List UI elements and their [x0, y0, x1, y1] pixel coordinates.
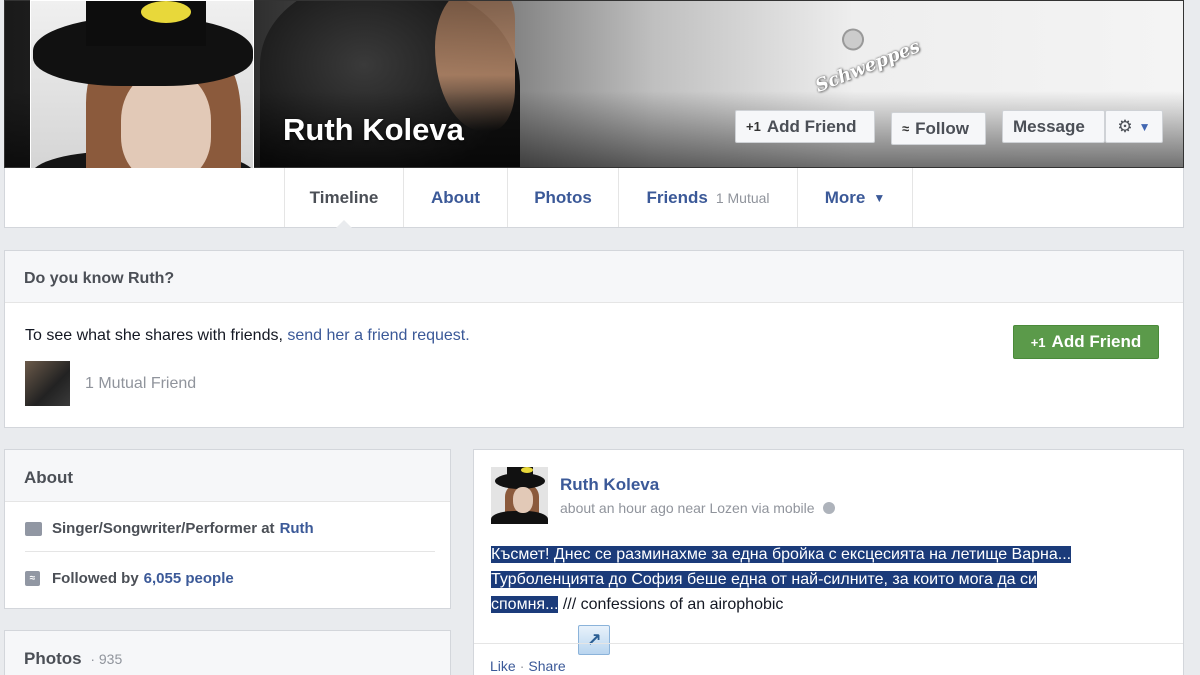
tab-friends-mutual-count: 1 Mutual: [715, 189, 770, 206]
briefcase-icon: [25, 521, 42, 536]
follow-label: Follow: [915, 118, 969, 138]
photos-count: · 935: [90, 651, 123, 667]
avatar-face: [121, 71, 211, 181]
add-friend-button[interactable]: +1 Add Friend: [735, 110, 875, 143]
post-text-line3: спомня...: [491, 596, 559, 613]
tab-timeline-label: Timeline: [309, 187, 379, 207]
friend-request-text-prefix: To see what she shares with friends,: [25, 327, 288, 344]
profile-tab-bar: Timeline About Photos Friends 1 Mutual M…: [4, 168, 1184, 228]
post-avatar-body: [491, 511, 548, 524]
brand-seal-icon: [838, 25, 868, 54]
avatar-flower: [141, 1, 191, 23]
about-work-link[interactable]: Ruth: [280, 520, 314, 537]
friend-request-title: Do you know Ruth?: [5, 251, 1183, 303]
tab-more[interactable]: More ▼: [797, 168, 913, 227]
post-text-line1: Късмет! Днес се разминахме за една бройк…: [491, 546, 1072, 563]
profile-name[interactable]: Ruth Koleva: [283, 112, 464, 148]
rss-icon: ≈: [25, 571, 40, 586]
add-friend-green-label: Add Friend: [1051, 332, 1142, 351]
message-label: Message: [1013, 116, 1085, 136]
photos-card: Photos · 935: [4, 630, 451, 675]
friend-request-text: To see what she shares with friends, sen…: [25, 327, 470, 345]
tab-about-label: About: [430, 187, 481, 207]
about-card-title[interactable]: About: [5, 450, 450, 502]
about-card: About Singer/Songwriter/Performer at Rut…: [4, 449, 451, 609]
post-text-line2: Турболенцията до София беше една от най-…: [491, 571, 1037, 588]
send-friend-request-link[interactable]: send her a friend request.: [287, 327, 469, 344]
mutual-friend-count[interactable]: 1 Mutual Friend: [85, 375, 196, 393]
globe-icon[interactable]: [822, 502, 835, 514]
add-friend-label: Add Friend: [766, 116, 857, 136]
add-friend-icon: +1: [1030, 334, 1046, 350]
post-timestamp[interactable]: about an hour ago near Lozen via mobile: [560, 500, 815, 516]
cover-brand-text: Schweppes: [812, 35, 923, 97]
timeline-post: Ruth Koleva about an hour ago near Lozen…: [473, 449, 1184, 675]
gear-icon: ⚙: [1117, 116, 1133, 136]
post-author-avatar[interactable]: [491, 467, 548, 524]
post-text-line3-rest: /// confessions of an airophobic: [558, 596, 784, 613]
tab-about[interactable]: About: [403, 168, 507, 227]
post-author-name[interactable]: Ruth Koleva: [560, 475, 659, 495]
about-followers-link[interactable]: 6,055 people: [144, 570, 234, 587]
rss-icon: ≈: [902, 121, 910, 136]
settings-menu-button[interactable]: ⚙ ▼: [1105, 110, 1163, 143]
tab-more-label: More: [824, 187, 866, 207]
tab-timeline[interactable]: Timeline: [284, 168, 403, 228]
about-followers-row: ≈ Followed by 6,055 people: [25, 570, 435, 587]
photos-card-header: Photos · 935: [5, 631, 450, 675]
tab-friends-label: Friends: [646, 187, 708, 207]
chevron-down-icon: ▼: [1138, 119, 1151, 134]
message-button[interactable]: Message: [1002, 110, 1105, 143]
friend-request-box: Do you know Ruth? To see what she shares…: [4, 250, 1184, 428]
share-link[interactable]: Share: [528, 658, 565, 674]
like-link[interactable]: Like: [490, 658, 516, 674]
post-meta: about an hour ago near Lozen via mobile: [560, 500, 835, 516]
tab-photos[interactable]: Photos: [507, 168, 618, 227]
separator-dot: ·: [519, 658, 525, 674]
chevron-down-icon: ▼: [873, 190, 886, 205]
post-avatar-face: [513, 487, 533, 513]
mutual-friend-avatar[interactable]: [25, 361, 70, 406]
about-followers-text: Followed by: [52, 570, 139, 587]
about-work-text: Singer/Songwriter/Performer at: [52, 520, 275, 537]
post-text: Късмет! Днес се разминахме за една бройк…: [491, 542, 1151, 617]
photos-card-title[interactable]: Photos: [24, 649, 82, 668]
post-avatar-flower: [521, 467, 533, 473]
about-work-row: Singer/Songwriter/Performer at Ruth: [25, 520, 435, 552]
follow-button[interactable]: ≈ Follow: [891, 112, 986, 145]
post-actions: Like · Share: [474, 643, 1183, 675]
add-friend-button-green[interactable]: +1 Add Friend: [1013, 325, 1159, 359]
add-friend-icon: +1: [746, 119, 761, 134]
tab-photos-label: Photos: [534, 187, 592, 207]
tab-friends[interactable]: Friends 1 Mutual: [618, 168, 797, 227]
